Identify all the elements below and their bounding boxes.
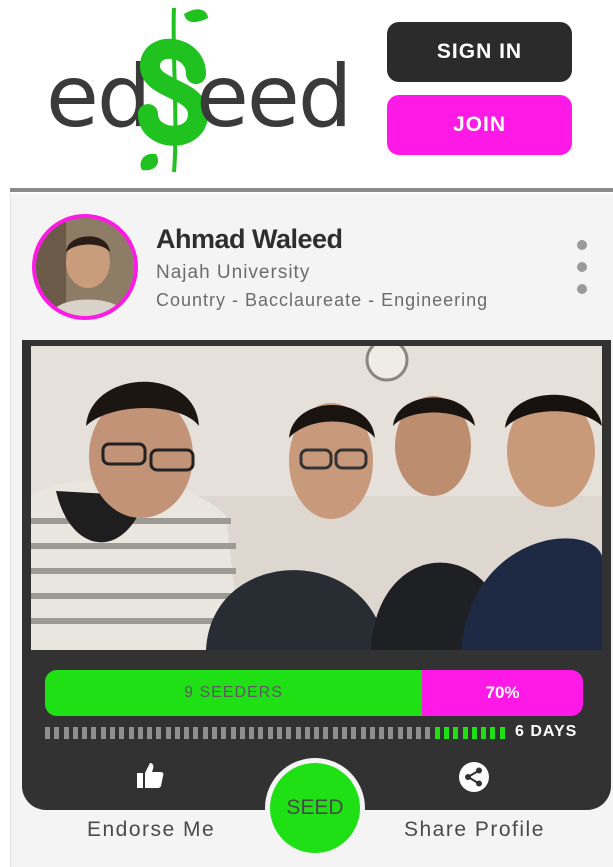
edseed-logo[interactable]: ed eed: [46, 4, 352, 176]
day-tick: [119, 727, 124, 739]
day-tick: [361, 727, 366, 739]
day-tick: [73, 727, 78, 739]
day-tick: [444, 727, 449, 739]
day-tick: [342, 727, 347, 739]
day-tick: [82, 727, 87, 739]
more-options-icon[interactable]: [574, 240, 590, 296]
group-photo: [31, 346, 602, 650]
day-tick: [286, 727, 291, 739]
seeders-count: 9 SEEDERS: [184, 684, 283, 701]
day-tick: [138, 727, 143, 739]
day-tick: [314, 727, 319, 739]
day-tick: [240, 727, 245, 739]
day-tick: [54, 727, 59, 739]
day-tick: [277, 727, 282, 739]
avatar-photo: [36, 218, 134, 316]
thumbs-up-icon[interactable]: [135, 760, 165, 790]
day-tick: [481, 727, 486, 739]
day-tick: [351, 727, 356, 739]
endorse-me-button[interactable]: Endorse Me: [87, 818, 215, 842]
day-tick: [379, 727, 384, 739]
day-tick: [203, 727, 208, 739]
day-tick: [398, 727, 403, 739]
day-tick: [175, 727, 180, 739]
day-tick: [166, 727, 171, 739]
day-tick: [258, 727, 263, 739]
campaign-photo: [31, 346, 602, 650]
day-tick: [453, 727, 458, 739]
day-tick: [296, 727, 301, 739]
profile-name: Ahmad Waleed: [156, 224, 343, 254]
day-tick: [212, 727, 217, 739]
day-tick: [110, 727, 115, 739]
day-tick: [129, 727, 134, 739]
day-tick: [184, 727, 189, 739]
day-tick: [370, 727, 375, 739]
seed-button[interactable]: SEED: [270, 763, 360, 853]
day-tick: [305, 727, 310, 739]
day-tick: [156, 727, 161, 739]
day-tick: [500, 727, 505, 739]
day-tick: [472, 727, 477, 739]
day-tick: [147, 727, 152, 739]
day-tick: [425, 727, 430, 739]
day-tick: [388, 727, 393, 739]
day-tick: [435, 727, 440, 739]
day-tick: [323, 727, 328, 739]
day-tick: [407, 727, 412, 739]
day-tick: [91, 727, 96, 739]
day-tick: [45, 727, 50, 739]
day-tick: [101, 727, 106, 739]
days-remaining-ticks: [45, 727, 509, 739]
day-tick: [64, 727, 69, 739]
sign-in-button[interactable]: SIGN IN: [387, 22, 572, 82]
day-tick: [333, 727, 338, 739]
progress-percent: 70%: [485, 683, 520, 702]
funding-progress-bar: 9 SEEDERS 70%: [45, 670, 583, 716]
seed-button-ring: SEED: [265, 758, 365, 858]
day-tick: [193, 727, 198, 739]
header-divider: [10, 188, 613, 192]
profile-university: Najah University: [156, 262, 311, 283]
app-header: ed eed SIGN IN JOIN: [0, 0, 613, 190]
day-tick: [490, 727, 495, 739]
profile-details: Country - Bacclaureate - Engineering: [156, 290, 489, 310]
logo-text-right: eed: [196, 47, 352, 147]
avatar-portrait: [36, 218, 134, 316]
day-tick: [463, 727, 468, 739]
day-tick: [416, 727, 421, 739]
day-tick: [249, 727, 254, 739]
day-tick: [231, 727, 236, 739]
avatar[interactable]: [32, 214, 138, 320]
share-profile-button[interactable]: Share Profile: [404, 818, 545, 842]
share-icon[interactable]: [459, 762, 489, 792]
day-tick: [268, 727, 273, 739]
join-button[interactable]: JOIN: [387, 95, 572, 155]
days-remaining-label: 6 DAYS: [515, 723, 578, 740]
day-tick: [221, 727, 226, 739]
